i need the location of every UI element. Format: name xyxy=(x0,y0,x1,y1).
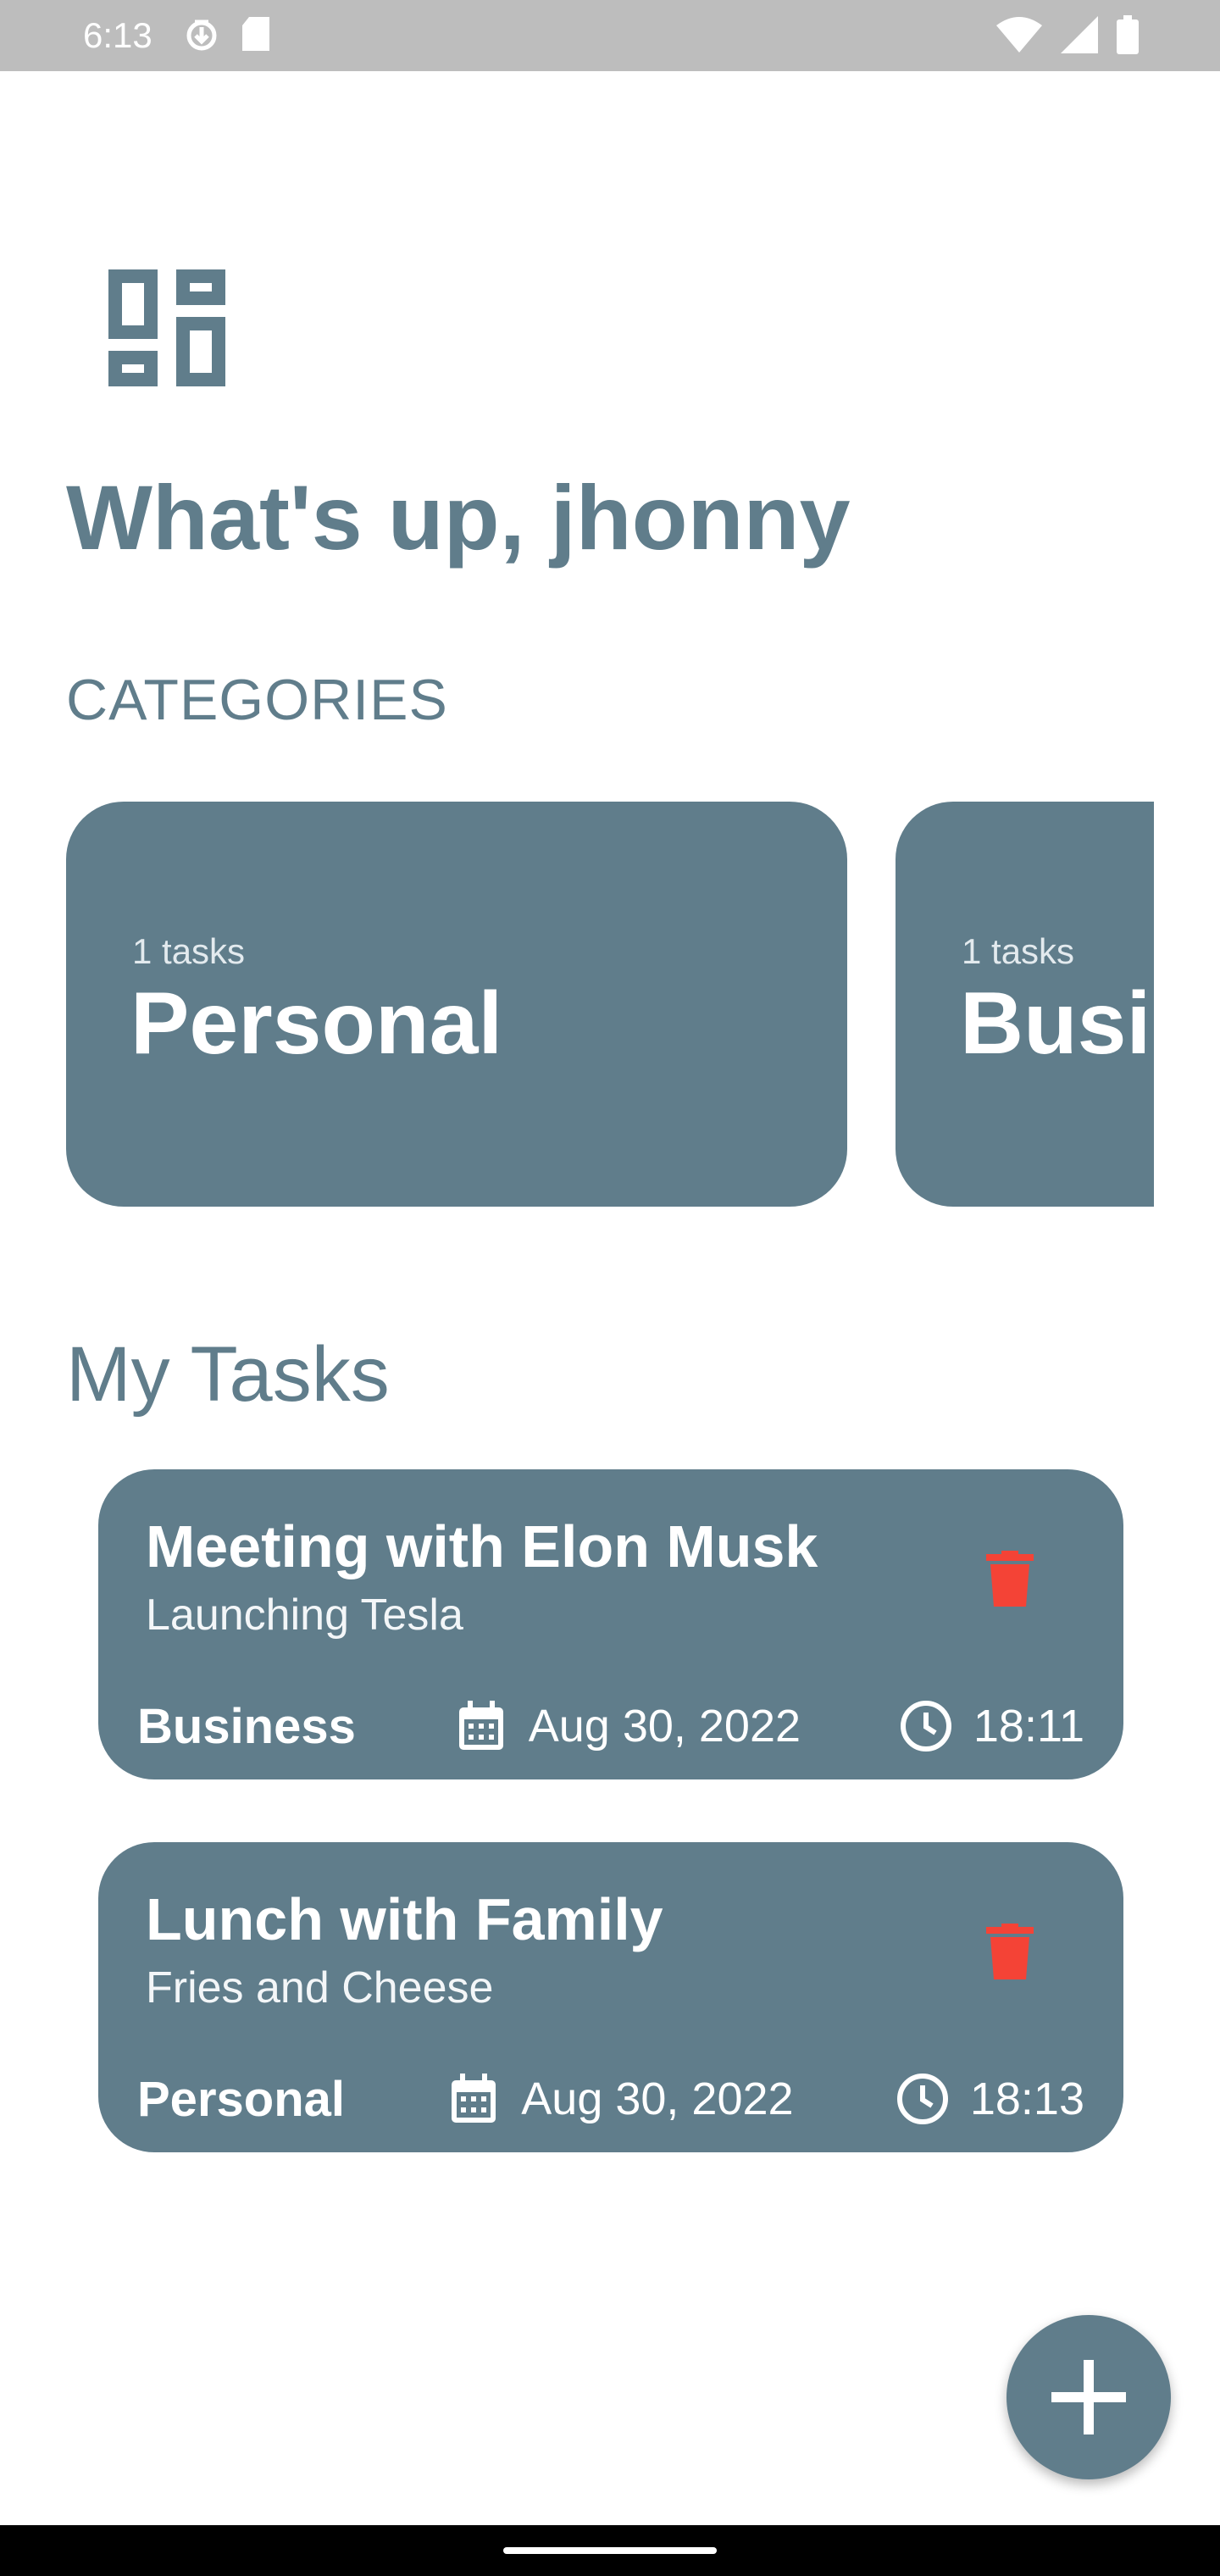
task-card[interactable]: Lunch with Family Fries and Cheese Perso… xyxy=(98,1842,1123,2152)
task-description: Launching Tesla xyxy=(146,1591,463,1640)
task-time-group: 18:13 xyxy=(896,2072,1084,2126)
categories-list[interactable]: 1 tasks Personal 1 tasks Business xyxy=(66,802,1154,1207)
task-date: Aug 30, 2022 xyxy=(521,2074,794,2124)
cell-signal-icon xyxy=(1061,16,1098,53)
clock-icon xyxy=(896,2074,948,2124)
status-right-icons xyxy=(996,15,1139,54)
task-date: Aug 30, 2022 xyxy=(528,1701,801,1752)
delete-icon[interactable] xyxy=(986,1551,1034,1607)
greeting-title: What's up, jhonny xyxy=(66,466,851,569)
task-time-group: 18:11 xyxy=(899,1699,1084,1753)
categories-heading: CATEGORIES xyxy=(66,668,448,732)
sd-card-icon xyxy=(242,17,269,51)
my-tasks-heading: My Tasks xyxy=(66,1331,390,1418)
category-name: Personal xyxy=(130,974,503,1073)
plus-icon xyxy=(1051,2360,1126,2434)
add-task-button[interactable] xyxy=(1006,2315,1171,2479)
home-indicator[interactable] xyxy=(503,2547,717,2554)
category-task-count: 1 tasks xyxy=(962,931,1075,971)
delete-icon[interactable] xyxy=(986,1924,1034,1979)
battery-icon xyxy=(1117,15,1139,54)
task-title: Meeting with Elon Musk xyxy=(146,1513,818,1579)
task-card[interactable]: Meeting with Elon Musk Launching Tesla B… xyxy=(98,1469,1123,1779)
calendar-icon xyxy=(458,1701,503,1750)
status-bar: 6:13 xyxy=(0,0,1220,71)
task-title: Lunch with Family xyxy=(146,1886,663,1952)
task-time: 18:13 xyxy=(969,2074,1084,2124)
category-task-count: 1 tasks xyxy=(132,931,246,971)
task-category: Personal xyxy=(137,2071,345,2127)
task-description: Fries and Cheese xyxy=(146,1963,494,2012)
task-date-group: Aug 30, 2022 xyxy=(454,1699,801,1753)
task-meta: Personal Aug 30, 2022 18:13 xyxy=(137,2069,1084,2129)
category-card-business[interactable]: 1 tasks Business xyxy=(896,802,1154,1207)
task-category: Business xyxy=(137,1698,356,1754)
task-meta: Business Aug 30, 2022 18:11 xyxy=(137,1696,1084,1756)
task-time: 18:11 xyxy=(973,1701,1084,1752)
clock-icon xyxy=(900,1701,951,1752)
category-card-personal[interactable]: 1 tasks Personal xyxy=(66,802,847,1207)
dashboard-icon xyxy=(108,269,225,386)
category-name: Business xyxy=(960,974,1154,1073)
task-date-group: Aug 30, 2022 xyxy=(446,2072,794,2126)
download-status-icon xyxy=(186,19,217,51)
calendar-icon xyxy=(452,2074,496,2123)
status-left-icons xyxy=(185,15,273,53)
status-time: 6:13 xyxy=(83,15,152,55)
system-nav-bar xyxy=(0,2525,1220,2576)
wifi-icon xyxy=(996,17,1042,53)
